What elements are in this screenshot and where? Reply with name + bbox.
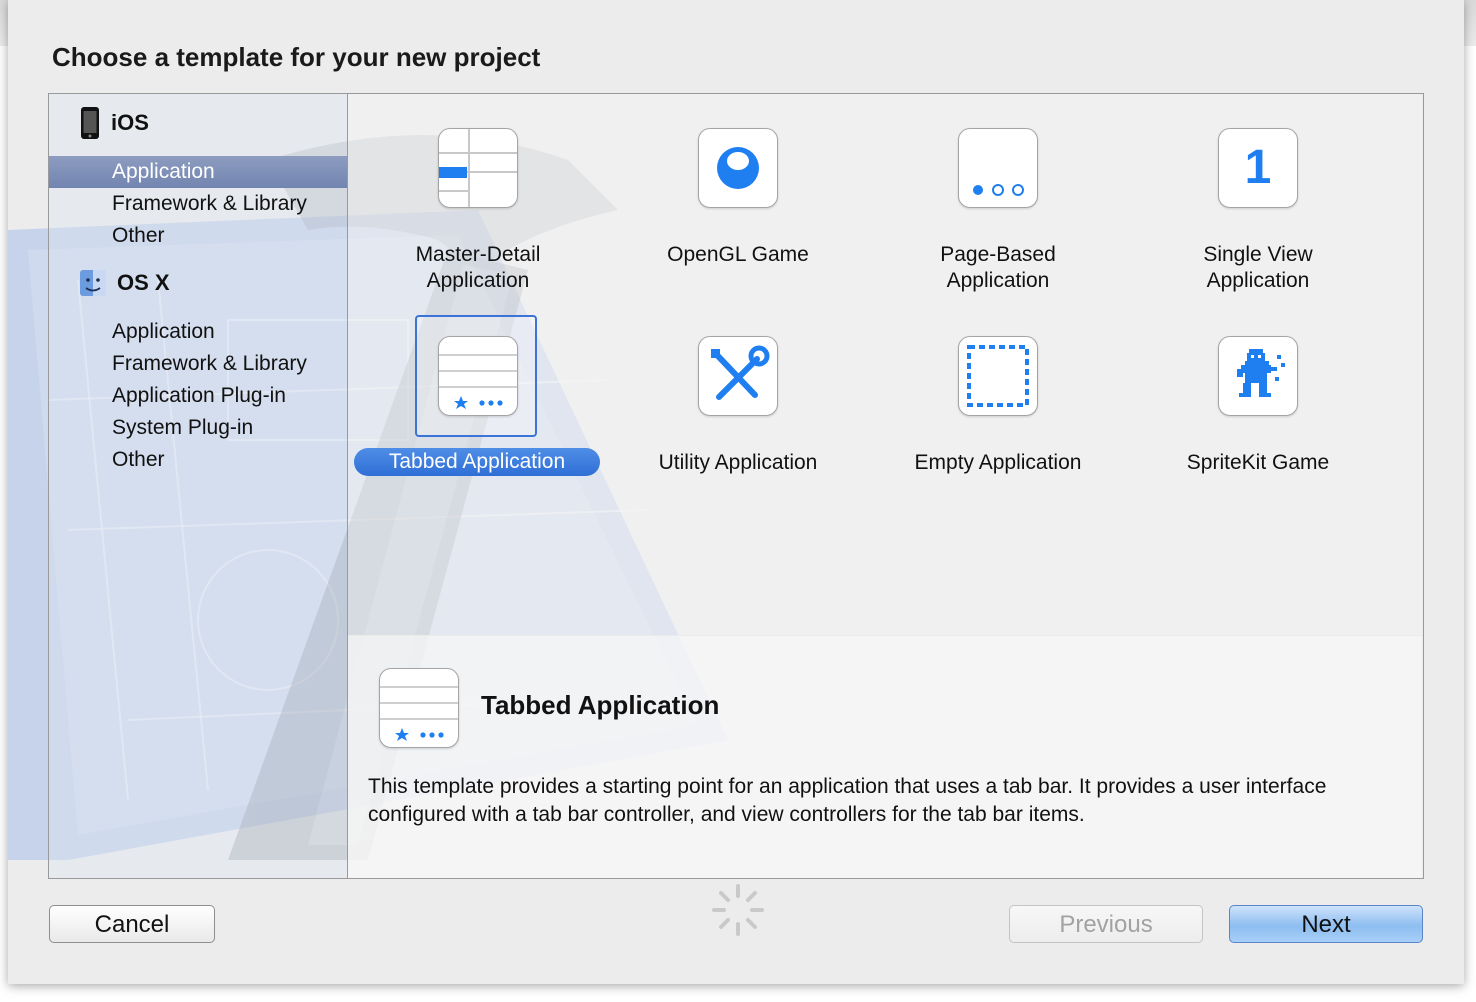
template-utility-application[interactable]: Utility Application (608, 94, 868, 484)
next-button[interactable]: Next (1229, 905, 1423, 943)
sidebar-section-heading: OS X (117, 270, 170, 295)
progress-spinner-icon (712, 884, 764, 936)
sidebar-item-ios-other[interactable]: Other (49, 220, 347, 252)
sidebar-item-ios-application[interactable]: Application (49, 156, 347, 188)
template-label: SpriteKit Game (1186, 451, 1330, 474)
sidebar-item-osx-application-plugin[interactable]: Application Plug-in (49, 380, 347, 412)
sidebar-item-osx-framework-library[interactable]: Framework & Library (49, 348, 347, 380)
sidebar-item-osx-system-plugin[interactable]: System Plug-in (49, 412, 347, 444)
sidebar-section-heading: iOS (111, 110, 149, 135)
template-grid: Master-Detail Application OpenGL Game Pa… (348, 94, 1422, 636)
dialog-title: Choose a template for your new project (52, 42, 541, 72)
empty-icon (958, 336, 1038, 416)
utility-icon (698, 336, 778, 416)
tabbed-icon (438, 336, 518, 416)
spritekit-icon (1218, 336, 1298, 416)
cancel-button[interactable]: Cancel (49, 905, 215, 943)
new-project-sheet: Choose a template for your new project i… (8, 0, 1464, 984)
sidebar-section-osx: OS X (79, 266, 170, 300)
template-label-selected: Tabbed Application (354, 448, 600, 476)
template-detail-panel: Tabbed Application This template provide… (348, 635, 1422, 878)
sidebar-item-osx-other[interactable]: Other (49, 444, 347, 476)
tabbed-icon (379, 668, 459, 748)
template-label: Empty Application (914, 451, 1082, 474)
template-tabbed-application[interactable]: Tabbed Application (348, 94, 608, 484)
detail-title: Tabbed Application (481, 690, 720, 720)
sidebar-item-ios-framework-library[interactable]: Framework & Library (49, 188, 347, 220)
template-label: Utility Application (658, 451, 818, 474)
template-category-sidebar: iOS Application Framework & Library Othe… (48, 93, 348, 879)
sidebar-section-ios: iOS (79, 106, 149, 140)
sidebar-item-osx-application[interactable]: Application (49, 316, 347, 348)
previous-button[interactable]: Previous (1009, 905, 1203, 943)
template-spritekit-game[interactable]: SpriteKit Game (1128, 94, 1388, 484)
template-main-panel: Master-Detail Application OpenGL Game Pa… (348, 93, 1424, 879)
detail-description: This template provides a starting point … (368, 775, 1327, 826)
finder-icon (80, 270, 106, 296)
template-empty-application[interactable]: Empty Application (868, 94, 1128, 484)
iphone-icon (81, 107, 99, 139)
